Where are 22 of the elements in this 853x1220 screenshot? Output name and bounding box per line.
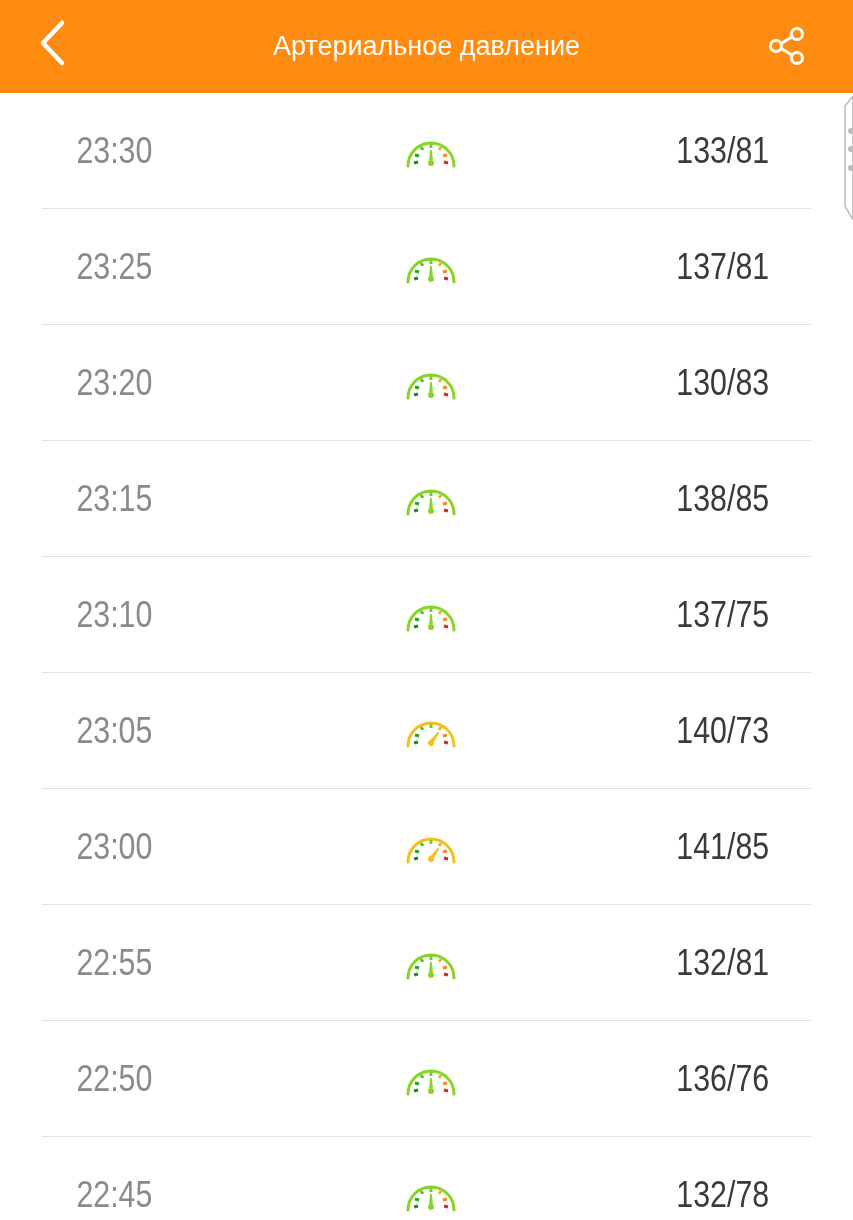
time-text: 23:20: [75, 361, 154, 404]
time-text: 23:05: [75, 709, 154, 752]
time-text: 22:50: [75, 1057, 154, 1100]
pressure-value: 140/73: [676, 709, 769, 752]
screen-title: Артериальное давление: [272, 31, 581, 62]
pressure-value: 132/81: [676, 941, 769, 984]
time-text: 23:15: [75, 477, 154, 520]
time-text: 22:55: [75, 941, 154, 984]
pressure-value: 132/78: [676, 1173, 769, 1216]
time-text: 23:25: [75, 245, 154, 288]
pressure-value: 130/83: [676, 361, 769, 404]
time-text: 22:45: [75, 1173, 154, 1216]
pressure-value: 137/81: [676, 245, 769, 288]
time-text: 23:10: [75, 593, 154, 636]
pressure-value: 137/75: [676, 593, 769, 636]
pressure-value: 138/85: [676, 477, 769, 520]
pressure-value: 136/76: [676, 1057, 769, 1100]
time-text: 23:00: [75, 825, 154, 868]
pressure-value: 141/85: [676, 825, 769, 868]
pressure-value: 133/81: [676, 129, 769, 172]
time-text: 23:30: [75, 129, 154, 172]
share-icon[interactable]: [767, 26, 807, 66]
